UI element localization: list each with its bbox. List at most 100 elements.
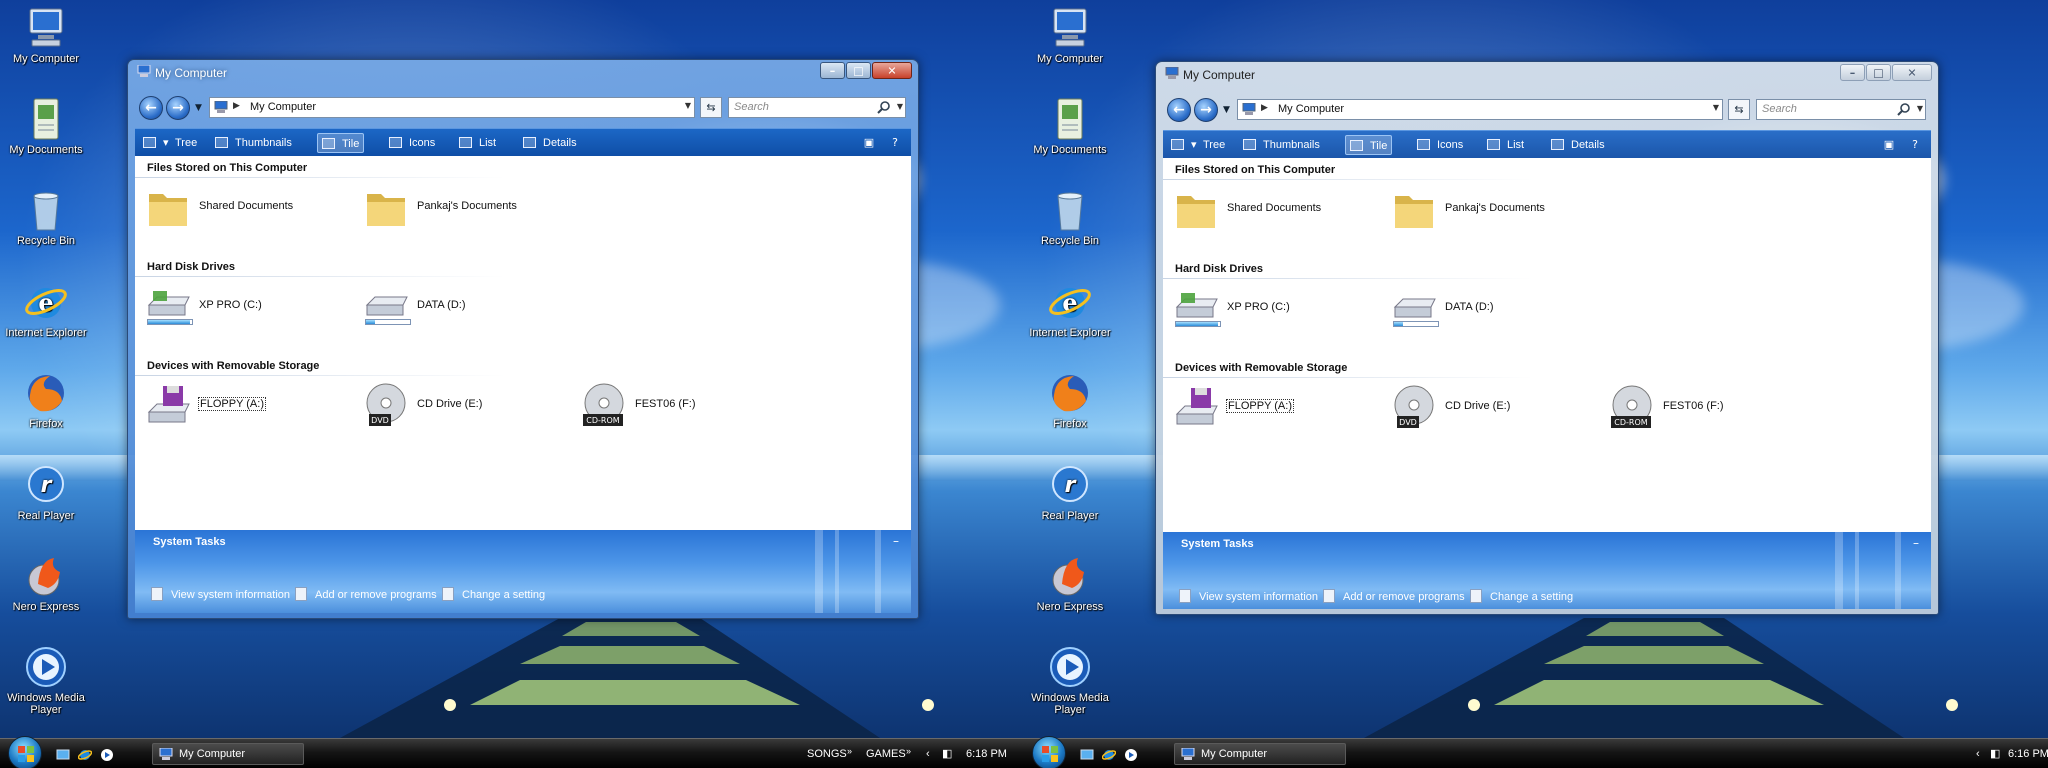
back-button[interactable]: ← xyxy=(1167,98,1191,122)
item-floppy-a[interactable]: FLOPPY (A:) xyxy=(145,382,355,432)
toolbar-expand-icon[interactable]: » xyxy=(906,739,911,768)
details-button[interactable]: Details xyxy=(1551,135,1605,155)
item-shared-documents[interactable]: Shared Documents xyxy=(145,184,355,234)
icons-button[interactable]: Icons xyxy=(389,133,435,153)
show-desktop-icon[interactable] xyxy=(56,748,70,762)
desktop-icon-firefox[interactable]: Firefox xyxy=(1024,371,1116,430)
desktop-icon-windows-media-player[interactable]: Windows Media Player xyxy=(0,645,92,716)
thumbnails-button[interactable]: Thumbnails xyxy=(215,133,292,153)
change-setting-link[interactable]: Change a setting xyxy=(442,587,545,601)
breadcrumb-chevron-icon[interactable]: ▶ xyxy=(1261,103,1268,113)
breadcrumb-chevron-icon[interactable]: ▶ xyxy=(233,101,240,111)
desktop-icon-internet-explorer[interactable]: e Internet Explorer xyxy=(1024,280,1116,339)
collapse-icon[interactable]: – xyxy=(1913,536,1919,550)
help-button[interactable]: ? xyxy=(1907,137,1923,153)
desktop-icon-my-computer[interactable]: My Computer xyxy=(0,6,92,65)
forward-button[interactable]: → xyxy=(1194,98,1218,122)
details-button[interactable]: Details xyxy=(523,133,577,153)
item-drive-d[interactable]: DATA (D:) xyxy=(363,283,573,333)
desktop-icon-real-player[interactable]: r Real Player xyxy=(1024,463,1116,522)
tree-button[interactable]: Tree xyxy=(175,133,197,153)
item-drive-c[interactable]: XP PRO (C:) xyxy=(145,283,355,333)
tree-button[interactable]: Tree xyxy=(1203,135,1225,155)
item-pankajs-documents[interactable]: Pankaj's Documents xyxy=(363,184,573,234)
show-hidden-icons-icon[interactable]: ‹ xyxy=(1976,739,1980,768)
address-bar[interactable]: ▶ My Computer ▼ xyxy=(1237,99,1723,120)
tile-button[interactable]: Tile xyxy=(1345,135,1393,155)
view-system-information-link[interactable]: View system information xyxy=(1179,589,1318,603)
media-player-icon[interactable] xyxy=(1124,748,1138,762)
desktop-icon-my-documents[interactable]: My Documents xyxy=(0,97,92,156)
desktop-icon-recycle-bin[interactable]: Recycle Bin xyxy=(0,188,92,247)
item-cd-drive-e[interactable]: DVD CD Drive (E:) xyxy=(1391,384,1601,434)
show-hidden-icons-icon[interactable]: ‹ xyxy=(926,739,930,768)
item-cd-drive-e[interactable]: DVD CD Drive (E:) xyxy=(363,382,573,432)
desktop-icon-windows-media-player[interactable]: Windows Media Player xyxy=(1024,645,1116,716)
songs-toolbar[interactable]: SONGS xyxy=(807,739,847,768)
close-button[interactable]: ✕ xyxy=(1892,64,1932,81)
view-system-information-link[interactable]: View system information xyxy=(151,587,290,601)
address-dropdown-icon[interactable]: ▼ xyxy=(685,101,691,110)
forward-button[interactable]: → xyxy=(166,96,190,120)
tile-button[interactable]: Tile xyxy=(317,133,365,153)
taskbar-item-my-computer[interactable]: My Computer xyxy=(1174,743,1346,765)
search-input[interactable]: Search ▼ xyxy=(728,97,906,118)
desktop-icon-my-computer[interactable]: My Computer xyxy=(1024,6,1116,65)
network-icon[interactable]: ◧ xyxy=(1990,739,2000,768)
start-button[interactable] xyxy=(8,736,42,768)
folder-options-button[interactable]: ▣ xyxy=(1881,137,1897,153)
search-options-icon[interactable]: ▼ xyxy=(897,102,903,111)
list-button[interactable]: List xyxy=(1487,135,1524,155)
change-setting-link[interactable]: Change a setting xyxy=(1470,589,1573,603)
search-input[interactable]: Search ▼ xyxy=(1756,99,1926,120)
item-shared-documents[interactable]: Shared Documents xyxy=(1173,186,1383,236)
list-button[interactable]: List xyxy=(459,133,496,153)
address-bar[interactable]: ▶ My Computer ▼ xyxy=(209,97,695,118)
taskbar-item-my-computer[interactable]: My Computer xyxy=(152,743,304,765)
maximize-button[interactable]: □ xyxy=(846,62,871,79)
layout-menu-button[interactable]: ▾ xyxy=(143,133,169,153)
item-drive-c[interactable]: XP PRO (C:) xyxy=(1173,285,1383,335)
item-pankajs-documents[interactable]: Pankaj's Documents xyxy=(1391,186,1601,236)
desktop-icon-real-player[interactable]: r Real Player xyxy=(0,463,92,522)
network-icon[interactable]: ◧ xyxy=(942,739,952,768)
desktop-icon-internet-explorer[interactable]: e Internet Explorer xyxy=(0,280,92,339)
item-cdrom-f[interactable]: CD-ROM FEST06 (F:) xyxy=(581,382,791,432)
refresh-button[interactable]: ⇆ xyxy=(1728,99,1750,120)
desktop-icon-my-documents[interactable]: My Documents xyxy=(1024,97,1116,156)
title-bar[interactable]: My Computer – □ ✕ xyxy=(128,60,918,84)
address-dropdown-icon[interactable]: ▼ xyxy=(1713,103,1719,112)
collapse-icon[interactable]: – xyxy=(893,534,899,548)
desktop-icon-recycle-bin[interactable]: Recycle Bin xyxy=(1024,188,1116,247)
item-drive-d[interactable]: DATA (D:) xyxy=(1391,285,1601,335)
start-button[interactable] xyxy=(1032,736,1066,768)
refresh-button[interactable]: ⇆ xyxy=(700,97,722,118)
help-button[interactable]: ? xyxy=(887,135,903,151)
minimize-button[interactable]: – xyxy=(1840,64,1865,81)
search-icon[interactable] xyxy=(877,100,891,114)
item-floppy-a[interactable]: FLOPPY (A:) xyxy=(1173,384,1383,434)
back-button[interactable]: ← xyxy=(139,96,163,120)
recent-pages-dropdown-icon[interactable]: ▼ xyxy=(1223,105,1233,115)
add-remove-programs-link[interactable]: Add or remove programs xyxy=(1323,589,1465,603)
desktop-icon-firefox[interactable]: Firefox xyxy=(0,371,92,430)
games-toolbar[interactable]: GAMES xyxy=(866,739,906,768)
clock[interactable]: 6:16 PM xyxy=(2008,739,2048,768)
add-remove-programs-link[interactable]: Add or remove programs xyxy=(295,587,437,601)
layout-menu-button[interactable]: ▾ xyxy=(1171,135,1197,155)
minimize-button[interactable]: – xyxy=(820,62,845,79)
title-bar[interactable]: My Computer – □ ✕ xyxy=(1156,62,1938,86)
folder-options-button[interactable]: ▣ xyxy=(861,135,877,151)
close-button[interactable]: ✕ xyxy=(872,62,912,79)
desktop-icon-nero-express[interactable]: Nero Express xyxy=(0,554,92,613)
desktop-icon-nero-express[interactable]: Nero Express xyxy=(1024,554,1116,613)
toolbar-expand-icon[interactable]: » xyxy=(847,739,852,768)
internet-explorer-icon[interactable] xyxy=(1102,748,1116,762)
recent-pages-dropdown-icon[interactable]: ▼ xyxy=(195,103,205,113)
show-desktop-icon[interactable] xyxy=(1080,748,1094,762)
thumbnails-button[interactable]: Thumbnails xyxy=(1243,135,1320,155)
clock[interactable]: 6:18 PM xyxy=(966,739,1007,768)
internet-explorer-icon[interactable] xyxy=(78,748,92,762)
search-options-icon[interactable]: ▼ xyxy=(1917,104,1923,113)
search-icon[interactable] xyxy=(1897,102,1911,116)
